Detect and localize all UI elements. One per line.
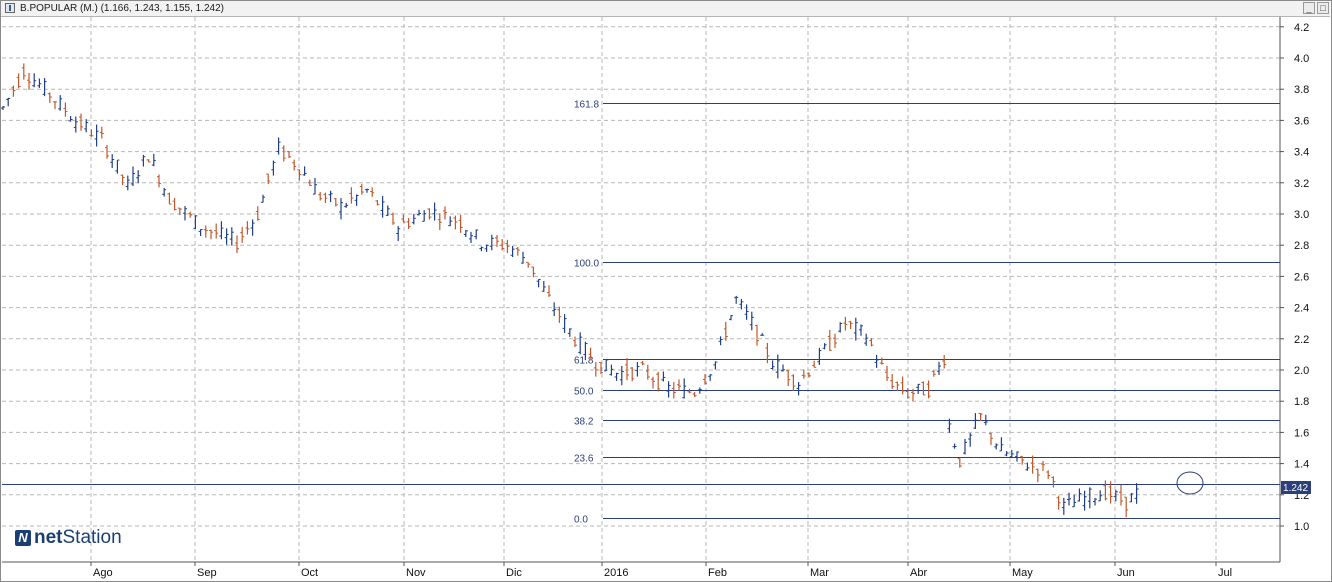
netstation-logo: NnetStation (15, 527, 122, 549)
price-chart: 1.01.21.41.61.82.02.22.42.62.83.03.23.43… (1, 17, 1311, 579)
x-tick-label: Nov (406, 567, 426, 579)
y-tick-label: 1.8 (1294, 396, 1309, 408)
logo-text-bold: net (34, 527, 63, 548)
fib-label: 50.0 (574, 387, 594, 398)
fib-label: 38.2 (574, 417, 594, 428)
y-tick-label: 1.4 (1294, 459, 1309, 471)
fib-label: 161.8 (574, 100, 599, 111)
x-tick-label: Mar (810, 567, 829, 579)
y-tick-label: 3.2 (1294, 178, 1309, 190)
fib-label: 0.0 (574, 515, 588, 526)
y-tick-label: 2.4 (1294, 303, 1309, 315)
logo-text: Station (62, 527, 122, 548)
y-tick-label: 2.0 (1294, 365, 1309, 377)
last-value-label: 1.242 (1283, 483, 1308, 494)
y-tick-label: 4.2 (1294, 22, 1309, 34)
x-tick-label: 2016 (604, 567, 628, 579)
y-tick-label: 2.2 (1294, 334, 1309, 346)
y-tick-label: 3.6 (1294, 115, 1309, 127)
y-tick-label: 2.8 (1294, 240, 1309, 252)
y-tick-label: 3.8 (1294, 84, 1309, 96)
x-tick-label: Jul (1218, 567, 1232, 579)
fib-label: 23.6 (574, 454, 594, 465)
y-tick-label: 3.0 (1294, 209, 1309, 221)
x-tick-label: Ago (93, 567, 113, 579)
y-tick-label: 3.4 (1294, 147, 1309, 159)
x-tick-label: May (1012, 567, 1033, 579)
logo-mark-icon: N (15, 530, 31, 546)
x-tick-label: Sep (197, 567, 217, 579)
y-tick-label: 1.0 (1294, 521, 1309, 533)
y-tick-label: 2.6 (1294, 271, 1309, 283)
y-tick-label: 1.6 (1294, 427, 1309, 439)
y-tick-label: 4.0 (1294, 53, 1309, 65)
x-tick-label: Feb (708, 567, 727, 579)
x-tick-label: Jun (1117, 567, 1135, 579)
annotation-ellipse (1176, 471, 1204, 495)
fib-label: 100.0 (574, 259, 599, 270)
x-tick-label: Dic (506, 567, 522, 579)
x-tick-label: Abr (910, 567, 927, 579)
x-tick-label: Oct (301, 567, 318, 579)
